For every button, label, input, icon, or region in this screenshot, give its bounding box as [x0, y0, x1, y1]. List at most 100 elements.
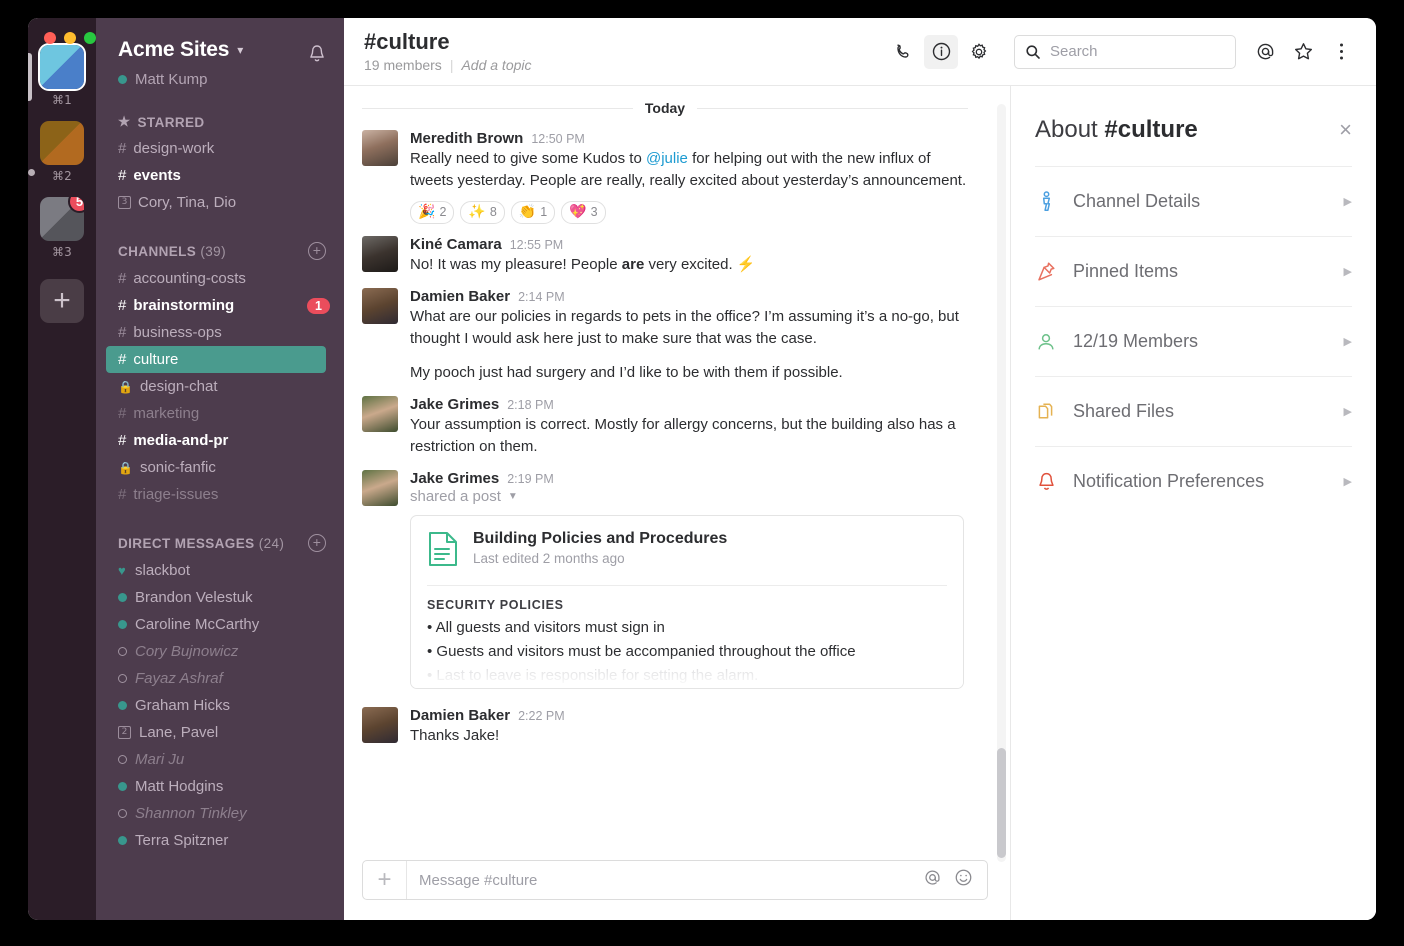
details-row-notification-preferences[interactable]: Notification Preferences ▶	[1035, 446, 1352, 516]
dm-label: Graham Hicks	[135, 697, 231, 714]
sidebar-item-business-ops[interactable]: # business-ops	[96, 319, 344, 346]
dm-item-mari-ju[interactable]: Mari Ju	[96, 746, 344, 773]
reaction-count: 2	[439, 205, 447, 220]
details-row-pinned-items[interactable]: Pinned Items ▶	[1035, 236, 1352, 306]
presence-away-icon	[118, 647, 127, 656]
sidebar-item-marketing[interactable]: # marketing	[96, 400, 344, 427]
dm-item-graham-hicks[interactable]: Graham Hicks	[96, 692, 344, 719]
add-attachment-button[interactable]: +	[363, 861, 407, 899]
hash-icon: #	[118, 351, 127, 368]
message-author[interactable]: Damien Baker	[410, 288, 510, 305]
close-icon[interactable]: ×	[1339, 119, 1352, 141]
bell-icon	[1035, 471, 1057, 492]
at-icon[interactable]	[923, 868, 942, 892]
add-dm-button[interactable]: +	[308, 534, 326, 552]
message-text: Really need to give some Kudos to @julie…	[410, 150, 967, 189]
details-row-shared-files[interactable]: Shared Files ▶	[1035, 376, 1352, 446]
shared-post-card[interactable]: Building Policies and Procedures Last ed…	[410, 515, 964, 690]
dm-item-caroline-mccarthy[interactable]: Caroline McCarthy	[96, 611, 344, 638]
avatar[interactable]	[362, 235, 398, 272]
star-icon[interactable]	[1286, 35, 1320, 69]
hash-icon: #	[118, 167, 127, 184]
dm-item-lane-pavel[interactable]: 2 Lane, Pavel	[96, 719, 344, 746]
reaction-chip[interactable]: 👏 1	[510, 200, 556, 224]
dm-item-matt-hodgins[interactable]: Matt Hodgins	[96, 773, 344, 800]
post-subtitle: Last edited 2 months ago	[473, 551, 625, 567]
dm-item-terra-spitzner[interactable]: Terra Spitzner	[96, 827, 344, 854]
page-title: #culture	[364, 28, 450, 54]
sidebar-item-brainstorming[interactable]: # brainstorming 1	[96, 292, 344, 319]
zoom-window-button[interactable]	[84, 32, 96, 44]
current-user[interactable]: Matt Kump	[96, 68, 344, 88]
workspace-avatar[interactable]	[40, 45, 84, 89]
dm-item-shannon-tinkley[interactable]: Shannon Tinkley	[96, 800, 344, 827]
workspace-unread-dot	[28, 169, 35, 176]
kebab-menu-icon[interactable]	[1324, 35, 1358, 69]
info-icon[interactable]	[924, 34, 958, 69]
details-row-channel-details[interactable]: Channel Details ▶	[1035, 166, 1352, 236]
message-timestamp: 2:22 PM	[518, 709, 565, 724]
workspace-3[interactable]: 5 ⌘3	[40, 197, 84, 259]
dm-item-brandon-velestuk[interactable]: Brandon Velestuk	[96, 584, 344, 611]
message-author[interactable]: Kiné Camara	[410, 236, 502, 253]
clap-emoji: 👏	[518, 204, 537, 221]
star-icon: ★	[118, 114, 131, 129]
member-count[interactable]: 19 members	[364, 57, 442, 73]
reaction-chip[interactable]: ✨ 8	[460, 200, 505, 224]
avatar[interactable]	[362, 470, 398, 507]
bell-icon[interactable]	[308, 44, 326, 68]
close-window-button[interactable]	[44, 32, 56, 44]
avatar[interactable]	[362, 396, 398, 433]
sidebar-item-culture[interactable]: # culture	[106, 346, 326, 373]
message-author[interactable]: Meredith Brown	[410, 130, 523, 147]
message-composer[interactable]: + Message #culture	[362, 860, 988, 900]
presence-online-icon	[118, 701, 127, 710]
sidebar-item-accounting-costs[interactable]: # accounting-costs	[96, 265, 344, 292]
starred-item-design-work[interactable]: # design-work	[96, 135, 344, 162]
sidebar-item-design-chat[interactable]: 🔒 design-chat	[96, 373, 344, 400]
add-topic-button[interactable]: Add a topic	[461, 57, 531, 73]
dm-item-slackbot[interactable]: ♥ slackbot	[96, 557, 344, 584]
starred-item-group-dm[interactable]: 3 Cory, Tina, Dio	[96, 189, 344, 216]
user-mention[interactable]: @julie	[646, 150, 688, 167]
workspace-avatar[interactable]	[40, 121, 84, 165]
avatar[interactable]	[362, 130, 398, 166]
workspace-avatar[interactable]: 5	[40, 197, 84, 241]
message-author[interactable]: Damien Baker	[410, 707, 510, 724]
gear-icon[interactable]	[962, 35, 996, 69]
team-header[interactable]: Acme Sites ▾	[96, 18, 344, 68]
avatar[interactable]	[362, 287, 398, 324]
workspace-1[interactable]: ⌘1	[40, 45, 84, 107]
add-workspace-button[interactable]: +	[40, 279, 84, 323]
starred-section-header: ★ STARRED	[96, 114, 344, 130]
phone-icon[interactable]	[886, 35, 920, 69]
add-channel-button[interactable]: +	[308, 242, 326, 260]
message-input[interactable]: Message #culture	[407, 872, 923, 889]
details-row-members[interactable]: 12/19 Members ▶	[1035, 306, 1352, 376]
dm-item-cory-bujnowicz[interactable]: Cory Bujnowicz	[96, 638, 344, 665]
sidebar-item-media-and-pr[interactable]: # media-and-pr	[96, 427, 344, 454]
reaction-chip[interactable]: 💖 3	[561, 200, 606, 224]
message-author[interactable]: Jake Grimes	[410, 396, 499, 413]
reaction-chip[interactable]: 🎉 2	[410, 200, 455, 224]
at-icon[interactable]	[1248, 35, 1282, 69]
message-text: No! It was my pleasure! People are very …	[410, 255, 756, 273]
hash-icon: #	[118, 297, 127, 314]
chevron-down-icon[interactable]: ▼	[508, 491, 518, 502]
workspace-2[interactable]: ⌘2	[40, 121, 84, 183]
dm-item-fayaz-ashraf[interactable]: Fayaz Ashraf	[96, 665, 344, 692]
message-author[interactable]: Jake Grimes	[410, 470, 499, 487]
starred-item-events[interactable]: # events	[96, 162, 344, 189]
message-list[interactable]: Today Meredith Brown 12:50 PM Really nee…	[344, 86, 1010, 848]
avatar[interactable]	[362, 707, 398, 744]
team-name-button[interactable]: Acme Sites ▾	[118, 38, 243, 62]
message-scrollbar-thumb[interactable]	[997, 748, 1006, 858]
shared-post-label: shared a post ▼	[410, 488, 978, 505]
search-input[interactable]: Search	[1014, 34, 1236, 69]
sidebar-item-triage-issues[interactable]: # triage-issues	[96, 481, 344, 508]
sidebar-item-sonic-fanfic[interactable]: 🔒 sonic-fanfic	[96, 454, 344, 481]
emoji-icon[interactable]	[954, 868, 973, 892]
minimize-window-button[interactable]	[64, 32, 76, 44]
dm-label: Shannon Tinkley	[135, 805, 247, 822]
dm-label: slackbot	[135, 562, 191, 579]
